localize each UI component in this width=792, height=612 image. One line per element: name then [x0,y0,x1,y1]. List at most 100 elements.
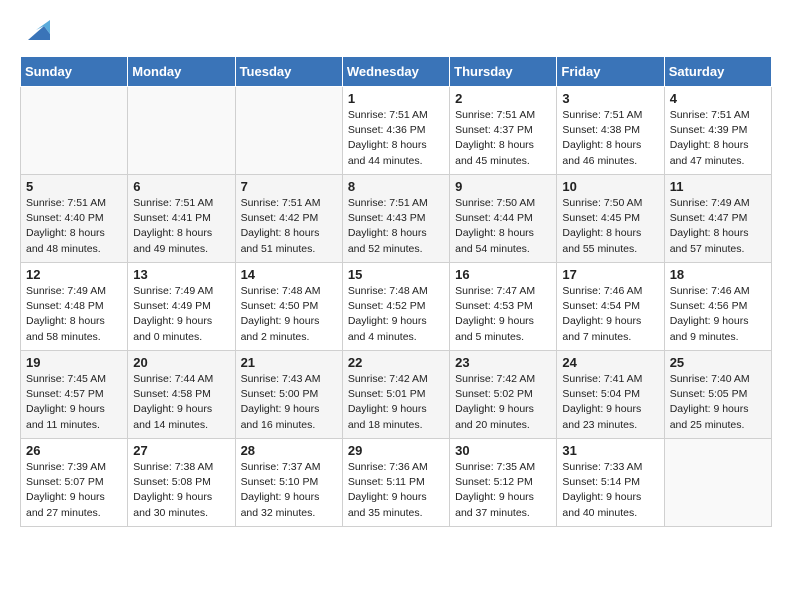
calendar-cell: 1 Sunrise: 7:51 AMSunset: 4:36 PMDaylight… [342,87,449,175]
day-number: 16 [455,267,551,282]
calendar-cell: 9 Sunrise: 7:50 AMSunset: 4:44 PMDaylight… [450,175,557,263]
calendar-cell: 30 Sunrise: 7:35 AMSunset: 5:12 PMDayligh… [450,439,557,527]
calendar-cell: 22 Sunrise: 7:42 AMSunset: 5:01 PMDayligh… [342,351,449,439]
day-number: 1 [348,91,444,106]
day-number: 17 [562,267,658,282]
day-number: 23 [455,355,551,370]
calendar-cell [21,87,128,175]
calendar-cell [128,87,235,175]
logo-icon [22,16,50,44]
day-details: Sunrise: 7:49 AMSunset: 4:48 PMDaylight:… [26,284,122,345]
day-number: 5 [26,179,122,194]
col-header-sunday: Sunday [21,57,128,87]
day-details: Sunrise: 7:41 AMSunset: 5:04 PMDaylight:… [562,372,658,433]
day-number: 3 [562,91,658,106]
day-details: Sunrise: 7:50 AMSunset: 4:45 PMDaylight:… [562,196,658,257]
col-header-tuesday: Tuesday [235,57,342,87]
day-number: 8 [348,179,444,194]
day-details: Sunrise: 7:51 AMSunset: 4:38 PMDaylight:… [562,108,658,169]
calendar-cell: 13 Sunrise: 7:49 AMSunset: 4:49 PMDayligh… [128,263,235,351]
day-details: Sunrise: 7:49 AMSunset: 4:49 PMDaylight:… [133,284,229,345]
day-number: 15 [348,267,444,282]
day-details: Sunrise: 7:45 AMSunset: 4:57 PMDaylight:… [26,372,122,433]
day-number: 18 [670,267,766,282]
calendar-cell: 20Sunrise: 7:44 AMSunset: 4:58 PMDayligh… [128,351,235,439]
calendar-cell [664,439,771,527]
day-number: 12 [26,267,122,282]
calendar-cell: 17 Sunrise: 7:46 AMSunset: 4:54 PMDayligh… [557,263,664,351]
day-details: Sunrise: 7:33 AMSunset: 5:14 PMDaylight:… [562,460,658,521]
calendar-cell: 10 Sunrise: 7:50 AMSunset: 4:45 PMDayligh… [557,175,664,263]
calendar-cell: 18 Sunrise: 7:46 AMSunset: 4:56 PMDayligh… [664,263,771,351]
calendar-cell: 11 Sunrise: 7:49 AMSunset: 4:47 PMDayligh… [664,175,771,263]
day-number: 7 [241,179,337,194]
calendar-table: SundayMondayTuesdayWednesdayThursdayFrid… [20,56,772,527]
calendar-cell: 27 Sunrise: 7:38 AMSunset: 5:08 PMDayligh… [128,439,235,527]
calendar-cell: 19Sunrise: 7:45 AMSunset: 4:57 PMDayligh… [21,351,128,439]
calendar-cell: 2Sunrise: 7:51 AMSunset: 4:37 PMDaylight… [450,87,557,175]
day-number: 27 [133,443,229,458]
day-details: Sunrise: 7:42 AMSunset: 5:01 PMDaylight:… [348,372,444,433]
calendar-cell: 28 Sunrise: 7:37 AMSunset: 5:10 PMDayligh… [235,439,342,527]
day-details: Sunrise: 7:39 AMSunset: 5:07 PMDaylight:… [26,460,122,521]
calendar-cell: 31Sunrise: 7:33 AMSunset: 5:14 PMDayligh… [557,439,664,527]
day-details: Sunrise: 7:51 AMSunset: 4:39 PMDaylight:… [670,108,766,169]
day-details: Sunrise: 7:51 AMSunset: 4:42 PMDaylight:… [241,196,337,257]
col-header-thursday: Thursday [450,57,557,87]
day-details: Sunrise: 7:35 AMSunset: 5:12 PMDaylight:… [455,460,551,521]
calendar-cell: 5 Sunrise: 7:51 AMSunset: 4:40 PMDaylight… [21,175,128,263]
day-details: Sunrise: 7:48 AMSunset: 4:50 PMDaylight:… [241,284,337,345]
day-number: 24 [562,355,658,370]
day-details: Sunrise: 7:47 AMSunset: 4:53 PMDaylight:… [455,284,551,345]
day-details: Sunrise: 7:46 AMSunset: 4:56 PMDaylight:… [670,284,766,345]
day-number: 14 [241,267,337,282]
calendar-cell: 24 Sunrise: 7:41 AMSunset: 5:04 PMDayligh… [557,351,664,439]
calendar-cell: 23 Sunrise: 7:42 AMSunset: 5:02 PMDayligh… [450,351,557,439]
day-number: 20 [133,355,229,370]
calendar-cell: 25 Sunrise: 7:40 AMSunset: 5:05 PMDayligh… [664,351,771,439]
day-number: 13 [133,267,229,282]
calendar-cell: 16 Sunrise: 7:47 AMSunset: 4:53 PMDayligh… [450,263,557,351]
day-details: Sunrise: 7:42 AMSunset: 5:02 PMDaylight:… [455,372,551,433]
col-header-wednesday: Wednesday [342,57,449,87]
calendar-cell: 3 Sunrise: 7:51 AMSunset: 4:38 PMDaylight… [557,87,664,175]
calendar-cell [235,87,342,175]
day-number: 22 [348,355,444,370]
calendar-cell: 4 Sunrise: 7:51 AMSunset: 4:39 PMDaylight… [664,87,771,175]
day-details: Sunrise: 7:48 AMSunset: 4:52 PMDaylight:… [348,284,444,345]
calendar-cell: 26 Sunrise: 7:39 AMSunset: 5:07 PMDayligh… [21,439,128,527]
page-header [20,16,772,44]
day-details: Sunrise: 7:50 AMSunset: 4:44 PMDaylight:… [455,196,551,257]
day-number: 30 [455,443,551,458]
day-details: Sunrise: 7:49 AMSunset: 4:47 PMDaylight:… [670,196,766,257]
logo [20,16,50,44]
calendar-cell: 21Sunrise: 7:43 AMSunset: 5:00 PMDayligh… [235,351,342,439]
day-details: Sunrise: 7:40 AMSunset: 5:05 PMDaylight:… [670,372,766,433]
day-details: Sunrise: 7:51 AMSunset: 4:36 PMDaylight:… [348,108,444,169]
day-number: 10 [562,179,658,194]
calendar-cell: 15 Sunrise: 7:48 AMSunset: 4:52 PMDayligh… [342,263,449,351]
day-details: Sunrise: 7:38 AMSunset: 5:08 PMDaylight:… [133,460,229,521]
col-header-saturday: Saturday [664,57,771,87]
col-header-monday: Monday [128,57,235,87]
calendar-cell: 29 Sunrise: 7:36 AMSunset: 5:11 PMDayligh… [342,439,449,527]
calendar-cell: 12 Sunrise: 7:49 AMSunset: 4:48 PMDayligh… [21,263,128,351]
day-number: 25 [670,355,766,370]
day-details: Sunrise: 7:51 AMSunset: 4:37 PMDaylight:… [455,108,551,169]
day-number: 28 [241,443,337,458]
day-number: 29 [348,443,444,458]
day-details: Sunrise: 7:46 AMSunset: 4:54 PMDaylight:… [562,284,658,345]
day-details: Sunrise: 7:37 AMSunset: 5:10 PMDaylight:… [241,460,337,521]
day-details: Sunrise: 7:51 AMSunset: 4:43 PMDaylight:… [348,196,444,257]
day-details: Sunrise: 7:51 AMSunset: 4:41 PMDaylight:… [133,196,229,257]
day-details: Sunrise: 7:51 AMSunset: 4:40 PMDaylight:… [26,196,122,257]
day-number: 11 [670,179,766,194]
day-number: 9 [455,179,551,194]
day-details: Sunrise: 7:36 AMSunset: 5:11 PMDaylight:… [348,460,444,521]
day-number: 4 [670,91,766,106]
day-details: Sunrise: 7:43 AMSunset: 5:00 PMDaylight:… [241,372,337,433]
day-number: 26 [26,443,122,458]
calendar-cell: 14 Sunrise: 7:48 AMSunset: 4:50 PMDayligh… [235,263,342,351]
calendar-cell: 6Sunrise: 7:51 AMSunset: 4:41 PMDaylight… [128,175,235,263]
col-header-friday: Friday [557,57,664,87]
